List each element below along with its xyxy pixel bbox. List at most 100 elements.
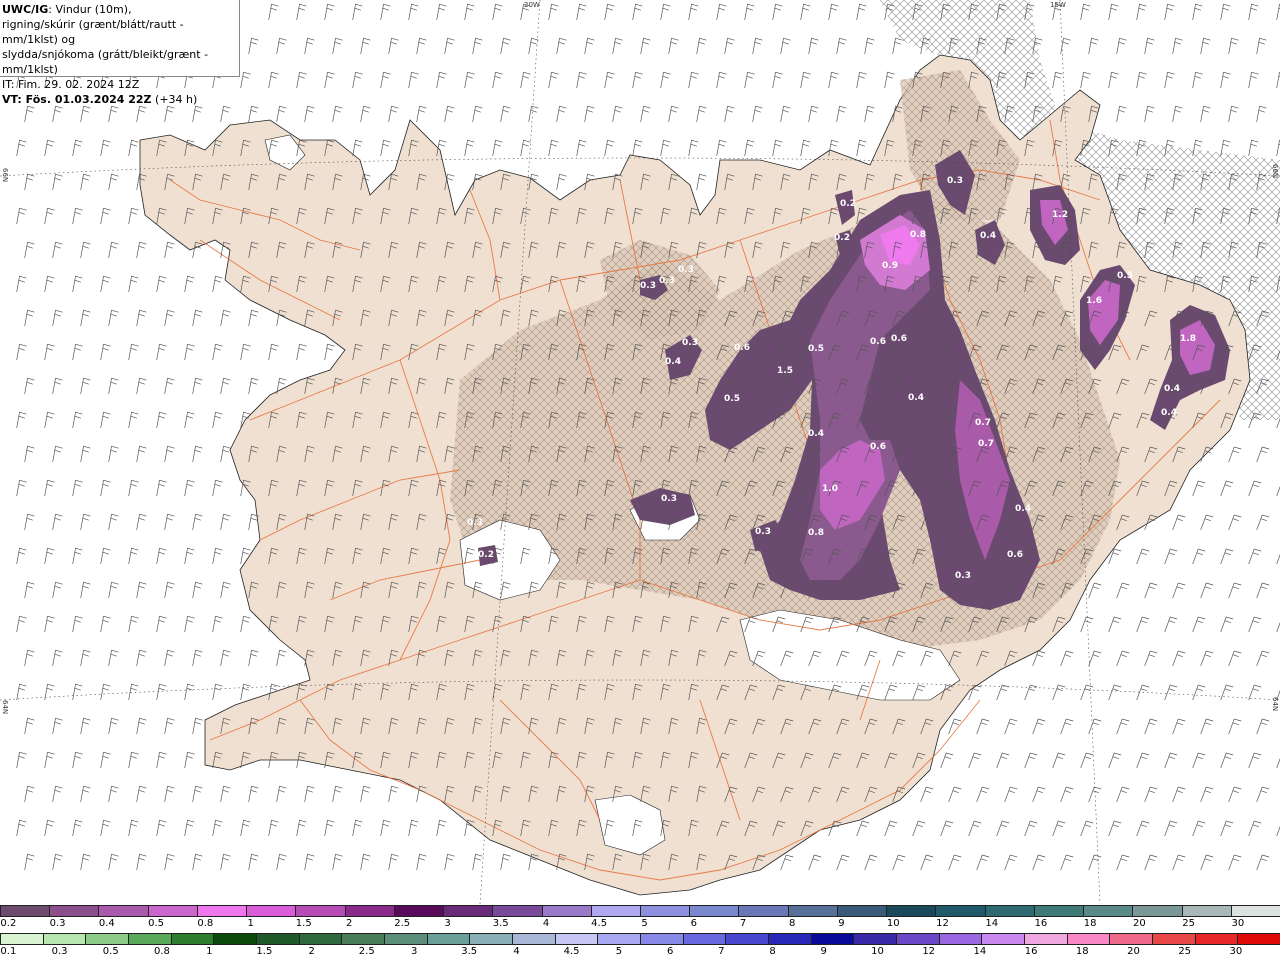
legend-swatch: [787, 905, 838, 917]
legend-swatch: [295, 905, 346, 917]
legend-swatch: [256, 933, 300, 945]
legend-swatch: [981, 933, 1025, 945]
legend-swatch: [49, 905, 100, 917]
legend-label: 30: [1229, 946, 1243, 957]
precip-value-label: 0.8: [910, 230, 926, 240]
precip-value-label: 0.3: [678, 265, 694, 275]
legend-label: 16: [1034, 918, 1048, 929]
legend-label: 7: [739, 918, 747, 929]
legend-label: 9: [820, 946, 827, 957]
legend-swatch: [512, 933, 556, 945]
grid-label-64n-left: 64N: [1, 700, 9, 715]
legend-label: 3: [410, 946, 418, 957]
model-name: UWC/IG: [2, 3, 49, 16]
legend-swatch: [98, 905, 149, 917]
legend-label: 0.2: [0, 918, 17, 929]
legend-swatch: [1109, 933, 1153, 945]
legend-label: 10: [871, 946, 884, 957]
legend-label: 0.8: [154, 946, 170, 957]
legend-label: 0.4: [98, 918, 115, 929]
legend-swatch: [554, 933, 599, 945]
map-title-box: UWC/IG: Vindur (10m), rigning/skúrir (gr…: [0, 0, 240, 106]
legend-swatch: [1181, 905, 1232, 917]
legend-label: 2: [308, 946, 315, 957]
legend-label: 9: [838, 918, 845, 929]
precip-value-label: 0.7: [978, 439, 994, 449]
legend-swatch: [597, 933, 641, 945]
precip-value-label: 0.3: [659, 276, 675, 286]
precip-value-label: 0.6: [734, 343, 750, 353]
legend-swatch: [896, 933, 940, 945]
precip-value-label: 0.6: [870, 442, 886, 452]
legend-swatch: [689, 905, 740, 917]
legend-swatch: [213, 933, 257, 945]
legend-swatch: [1024, 933, 1068, 945]
legend-swatch: [1066, 933, 1111, 945]
legend-label: 14: [985, 918, 999, 929]
title-line-1: UWC/IG: Vindur (10m),: [2, 2, 237, 17]
legend-swatch: [1083, 905, 1134, 917]
legend-swatch: [640, 933, 684, 945]
legend-label: 6: [666, 946, 674, 957]
legend-label: 10: [886, 918, 900, 929]
legend-swatch: [443, 905, 494, 917]
precip-value-label: 1.5: [777, 366, 793, 376]
precip-value-label: 0.3: [755, 527, 771, 537]
legend-label: 4.5: [591, 918, 608, 929]
legend-swatch: [836, 905, 888, 917]
precip-value-label: 0.6: [891, 334, 907, 344]
legend-label: 20: [1127, 946, 1140, 957]
precip-value-label: 0.7: [975, 418, 991, 428]
grid-label-64n-right: 64N: [1271, 697, 1279, 712]
legend-swatch: [147, 905, 198, 917]
legend-label: 2: [345, 918, 353, 929]
legend-swatch: [0, 905, 51, 917]
precip-value-label: 0.3: [947, 176, 963, 186]
precip-value-label: 0.9: [882, 261, 898, 271]
precip-value-label: 1.2: [1052, 210, 1068, 220]
legend-label: 3: [444, 918, 451, 929]
precip-value-label: 0.4: [1161, 408, 1177, 418]
precip-value-label: 0.3: [955, 571, 971, 581]
legend-swatch: [344, 905, 395, 917]
legend-swatch: [935, 905, 986, 917]
precip-value-label: 1.0: [822, 484, 838, 494]
legend-label: 7: [718, 946, 725, 957]
legend-swatch: [1194, 933, 1239, 945]
legend-swatch: [984, 905, 1035, 917]
precip-value-label: 0.6: [1007, 550, 1023, 560]
legend-swatch: [1237, 933, 1280, 945]
precip-value-label: 0.2: [834, 233, 850, 243]
legend-swatch: [768, 933, 812, 945]
legend-label: 1: [206, 946, 213, 957]
legend-swatch: [938, 933, 983, 945]
legend-swatch: [1033, 905, 1085, 917]
title-line-3: slydda/snjókoma (grátt/bleikt/grænt - mm…: [2, 48, 209, 76]
legend-swatch: [128, 933, 172, 945]
precip-value-label: 0.4: [1015, 504, 1031, 514]
snow-legend-labels: 0.2 0.3 0.4 0.5 0.8 1 1.5 2 2.5 3 3.5 4 4.5 5 6 7 8 9 10 12…: [0, 918, 1280, 930]
precip-value-label: 0.4: [1164, 384, 1180, 394]
precip-value-label: 0.3: [467, 518, 483, 528]
precip-value-label: 0.3: [661, 494, 677, 504]
legend-label: 25: [1178, 946, 1192, 957]
precip-value-label: 0.2: [478, 550, 494, 560]
precip-value-label: 0.4: [980, 231, 996, 241]
grid-label-66n-right: 66N: [1271, 164, 1279, 179]
legend-swatch: [393, 905, 445, 917]
legend-label: 16: [1024, 946, 1038, 957]
precip-value-label: 0.5: [1117, 271, 1133, 281]
snow-color-legend: [0, 905, 1280, 919]
precip-value-label: 0.2: [840, 199, 856, 209]
legend-label: 6: [690, 918, 697, 929]
legend-swatch: [384, 933, 428, 945]
legend-swatch: [42, 933, 87, 945]
grid-label-15w: 15W: [1050, 1, 1066, 9]
legend-swatch: [738, 905, 789, 917]
legend-swatch: [1152, 933, 1196, 945]
legend-swatch: [426, 933, 471, 945]
legend-label: 0.1: [0, 946, 17, 957]
valid-time: VT: Fös. 01.03.2024 22Z: [2, 93, 152, 106]
legend-swatch: [492, 905, 543, 917]
legend-swatch: [810, 933, 855, 945]
